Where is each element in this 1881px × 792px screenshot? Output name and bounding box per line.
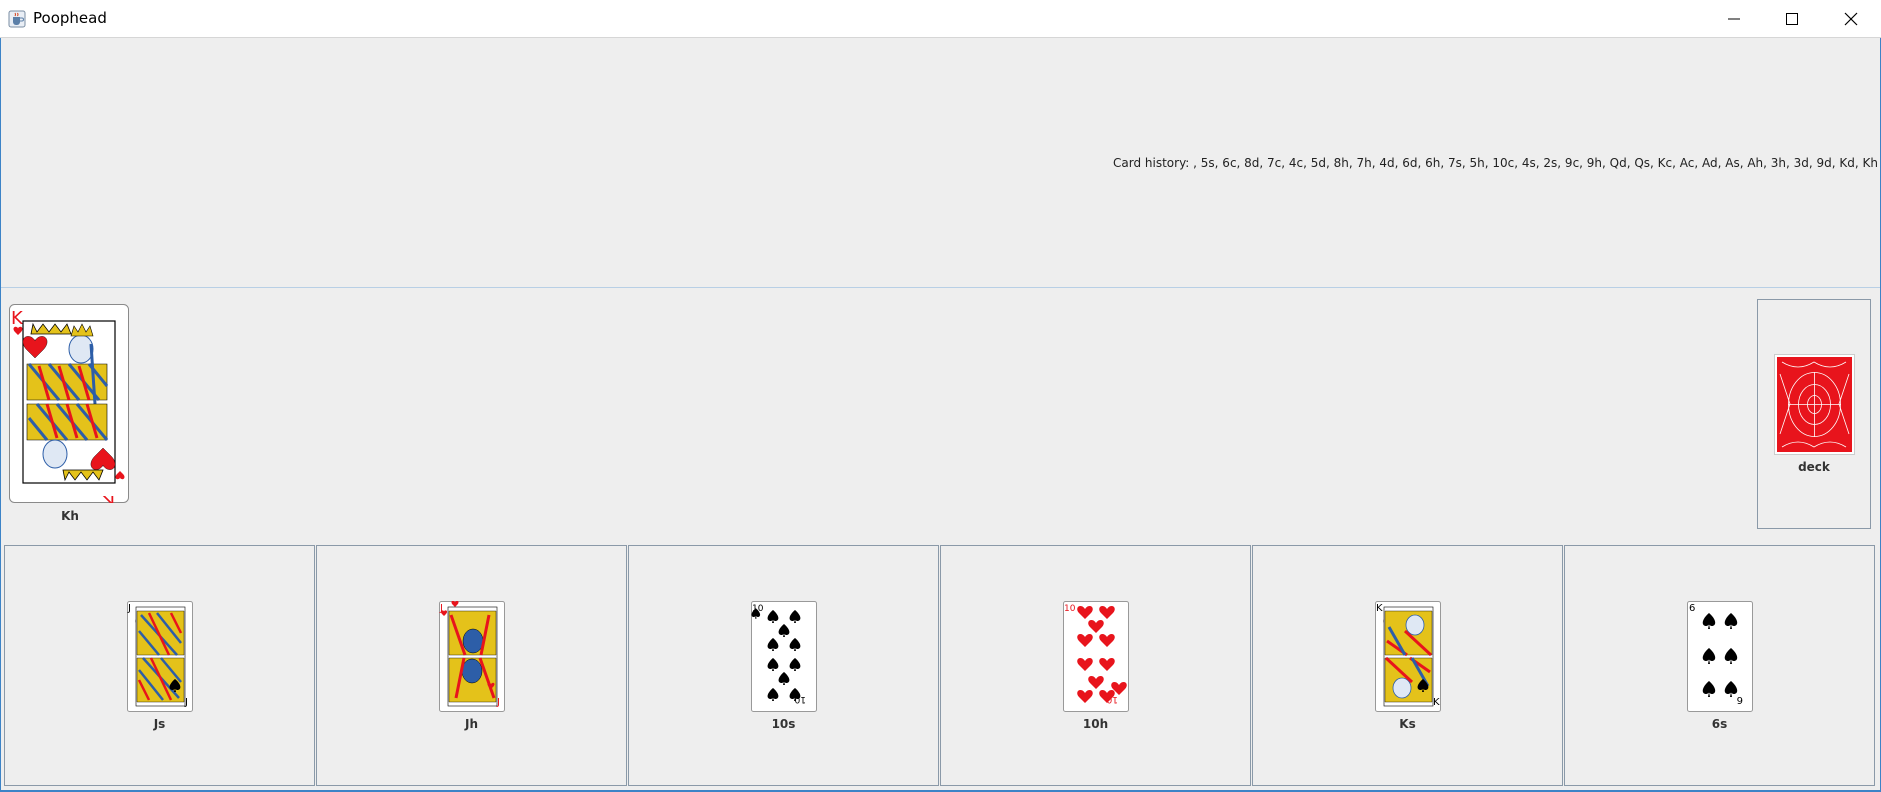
- hand-card-slot[interactable]: K K Ks: [1252, 545, 1563, 786]
- window-title: Poophead: [33, 9, 107, 27]
- svg-text:K: K: [11, 308, 24, 329]
- svg-text:K: K: [102, 491, 115, 503]
- svg-text:K: K: [1433, 697, 1440, 708]
- jack-of-spades-card[interactable]: J J: [127, 601, 193, 712]
- minimize-button[interactable]: [1705, 0, 1763, 38]
- ten-of-hearts-card[interactable]: 10 10: [1063, 601, 1129, 712]
- maximize-icon: [1786, 13, 1798, 25]
- hand-card-label: Js: [153, 717, 166, 731]
- svg-text:6: 6: [1737, 694, 1743, 705]
- hand-card-slot[interactable]: 10 10 10h: [940, 545, 1251, 786]
- maximize-button[interactable]: [1763, 0, 1821, 38]
- svg-text:J: J: [496, 697, 500, 708]
- hand-card-label: 10h: [1082, 717, 1109, 731]
- pile-card-label: Kh: [61, 509, 79, 523]
- svg-text:J: J: [127, 603, 131, 614]
- close-icon: [1844, 12, 1858, 26]
- hand-card-label: Jh: [464, 717, 478, 731]
- jack-of-hearts-card[interactable]: J J: [439, 601, 505, 712]
- ten-of-spades-card[interactable]: 10 10: [751, 601, 817, 712]
- hand-card-label: 10s: [771, 717, 796, 731]
- svg-text:J: J: [184, 697, 188, 708]
- svg-text:K: K: [1376, 603, 1383, 614]
- hand-card-slot[interactable]: J J Js: [4, 545, 315, 786]
- svg-text:10: 10: [794, 694, 806, 704]
- title-bar: Poophead: [0, 0, 1881, 38]
- hand-card-label: 6s: [1711, 717, 1728, 731]
- svg-text:6: 6: [1689, 603, 1695, 614]
- pile-top-card[interactable]: K K: [9, 304, 129, 503]
- hand-card-slot[interactable]: J J Jh: [316, 545, 627, 786]
- king-of-spades-card[interactable]: K K: [1375, 601, 1441, 712]
- card-history-label: Card history: , 5s, 6c, 8d, 7c, 4c, 5d, …: [1113, 156, 1878, 170]
- minimize-icon: [1728, 18, 1740, 20]
- deck-card-back[interactable]: [1774, 354, 1855, 455]
- deck-panel[interactable]: deck: [1757, 299, 1871, 529]
- hand-card-slot[interactable]: 6 6 6s: [1564, 545, 1875, 786]
- close-button[interactable]: [1822, 0, 1880, 38]
- info-panel: Card history: , 5s, 6c, 8d, 7c, 4c, 5d, …: [1, 39, 1880, 288]
- six-of-spades-card[interactable]: 6 6: [1687, 601, 1753, 712]
- hand-card-slot[interactable]: 10 10 10s: [628, 545, 939, 786]
- svg-text:10: 10: [1064, 604, 1076, 614]
- java-cup-icon: [8, 10, 26, 28]
- deck-label: deck: [1798, 460, 1830, 474]
- hand-card-label: Ks: [1399, 717, 1416, 731]
- svg-text:10: 10: [1106, 694, 1118, 704]
